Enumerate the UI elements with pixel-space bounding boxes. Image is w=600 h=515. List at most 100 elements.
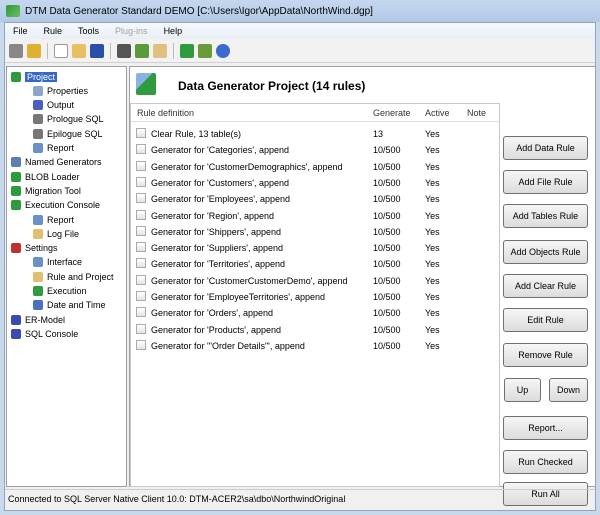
row-checkbox[interactable] (136, 307, 146, 318)
menu-file[interactable]: File (5, 26, 36, 36)
tree-item-label: Date and Time (47, 300, 106, 311)
save-icon[interactable] (90, 43, 104, 58)
tree-item[interactable]: Interface (33, 256, 82, 269)
row-checkbox[interactable] (136, 160, 146, 171)
up-button[interactable]: Up (504, 378, 541, 402)
navigation-tree[interactable]: Project Properties Output Prologue SQL Epilo… (6, 66, 127, 487)
row-checkbox[interactable] (136, 176, 146, 187)
tree-item[interactable]: Named Generators (11, 156, 102, 169)
tree-item[interactable]: BLOB Loader (11, 170, 80, 183)
menu-tools[interactable]: Tools (70, 26, 107, 36)
run-checked-icon[interactable] (198, 43, 212, 58)
table-row[interactable]: Clear Rule, 13 table(s) 13 Yes (131, 125, 499, 141)
tree-item-icon (11, 71, 21, 82)
tree-item-icon (33, 214, 43, 225)
table-row[interactable]: Generator for 'Suppliers', append 10/500 Y… (131, 239, 499, 255)
table-row[interactable]: Generator for 'CustomerDemographics', ap… (131, 158, 499, 174)
tree-item[interactable]: Prologue SQL (33, 113, 104, 126)
table-row[interactable]: Generator for 'Employees', append 10/500 Y… (131, 190, 499, 206)
toolbar-separator (110, 42, 111, 59)
tree-item[interactable]: SQL Console (11, 327, 78, 340)
table-row[interactable]: Generator for 'Categories', append 10/500… (131, 141, 499, 157)
new-file-icon[interactable] (54, 43, 68, 58)
table-row[interactable]: Generator for 'Territories', append 10/50… (131, 255, 499, 271)
tools-icon[interactable] (153, 43, 167, 58)
row-checkbox[interactable] (136, 274, 146, 285)
table-row[interactable]: Generator for 'Shippers', append 10/500 Ye… (131, 223, 499, 239)
table-row[interactable]: Generator for '"Order Details"', append 1… (131, 337, 499, 353)
row-checkbox[interactable] (136, 144, 146, 155)
tree-item[interactable]: Settings (11, 242, 58, 255)
row-checkbox[interactable] (136, 339, 146, 350)
table-cell: 10/500 (373, 243, 401, 254)
table-cell: Generator for 'Products', append (151, 324, 282, 335)
tree-item[interactable]: Project (11, 70, 58, 83)
add-data-rule-button[interactable]: Add Data Rule (503, 136, 588, 160)
run-icon[interactable] (180, 43, 194, 58)
tree-item-icon (33, 114, 43, 125)
tree-item[interactable]: Rule and Project (33, 270, 114, 283)
menu-help[interactable]: Help (156, 26, 191, 36)
table-cell: Yes (425, 340, 440, 351)
row-checkbox[interactable] (136, 291, 146, 301)
table-cell: 10/500 (373, 194, 401, 205)
menu-plugins[interactable]: Plug-ins (107, 26, 156, 36)
column-header[interactable]: Generate (373, 108, 411, 118)
tree-item[interactable]: Execution (33, 285, 87, 298)
remove-rule-button[interactable]: Remove Rule (503, 343, 588, 367)
row-checkbox[interactable] (136, 258, 146, 269)
table-row[interactable]: Generator for 'Region', append 10/500 Yes (131, 207, 499, 223)
tree-item-label: Execution Console (25, 200, 101, 211)
tree-item[interactable]: Report (33, 142, 74, 155)
column-header[interactable]: Rule definition (137, 108, 194, 118)
row-checkbox[interactable] (136, 209, 146, 220)
connect-icon[interactable] (9, 43, 23, 58)
table-cell: Generator for 'Orders', append (151, 308, 274, 319)
tree-item[interactable]: Epilogue SQL (33, 127, 103, 140)
table-row[interactable]: Generator for 'Customers', append 10/500 Y… (131, 174, 499, 190)
add-clear-rule-button[interactable]: Add Clear Rule (503, 274, 588, 298)
tree-item[interactable]: Output (33, 99, 74, 112)
tree-item-label: SQL Console (25, 328, 79, 339)
menu-rule[interactable]: Rule (36, 26, 71, 36)
tree-item[interactable]: ER-Model (11, 313, 65, 326)
column-header[interactable]: Active (425, 108, 450, 118)
tree-item[interactable]: Execution Console (11, 199, 100, 212)
report-button[interactable]: Report... (503, 416, 588, 440)
row-checkbox[interactable] (136, 242, 146, 253)
column-header[interactable]: Note (467, 108, 486, 118)
table-row[interactable]: Generator for 'CustomerCustomerDemo', ap… (131, 272, 499, 288)
edit-icon[interactable] (135, 43, 149, 58)
tree-item-label: Report (47, 214, 75, 225)
table-row[interactable]: Generator for 'Orders', append 10/500 Yes (131, 304, 499, 320)
disconnect-icon[interactable] (27, 43, 41, 58)
row-checkbox[interactable] (136, 193, 146, 204)
tree-item-icon (33, 143, 43, 153)
table-row[interactable]: Generator for 'Products', append 10/500 Ye… (131, 321, 499, 337)
tree-item[interactable]: Date and Time (33, 299, 106, 312)
app-icon (6, 5, 20, 17)
add-objects-rule-button[interactable]: Add Objects Rule (503, 240, 588, 264)
wand-icon[interactable] (117, 43, 131, 58)
row-checkbox[interactable] (136, 323, 146, 334)
table-cell: Generator for 'Territories', append (151, 259, 286, 270)
tree-item[interactable]: Log File (33, 227, 79, 240)
tree-item-icon (33, 100, 43, 111)
table-row[interactable]: Generator for 'EmployeeTerritories', app… (131, 288, 499, 304)
row-checkbox[interactable] (136, 225, 146, 236)
row-checkbox[interactable] (136, 128, 146, 138)
tree-item[interactable]: Properties (33, 84, 88, 97)
add-file-rule-button[interactable]: Add File Rule (503, 170, 588, 194)
rules-table[interactable]: Rule definition Generate Active Note Cle… (130, 103, 500, 487)
table-cell: Generator for 'Employees', append (151, 194, 291, 205)
tree-item[interactable]: Migration Tool (11, 184, 81, 197)
tree-item[interactable]: Report (33, 213, 74, 226)
open-folder-icon[interactable] (72, 43, 86, 58)
help-icon[interactable] (216, 43, 230, 58)
add-tables-rule-button[interactable]: Add Tables Rule (503, 204, 588, 228)
tree-item-icon (11, 185, 21, 196)
run-checked-button[interactable]: Run Checked (503, 450, 588, 474)
edit-rule-button[interactable]: Edit Rule (503, 308, 588, 332)
down-button[interactable]: Down (549, 378, 588, 402)
table-cell: 10/500 (373, 308, 401, 319)
